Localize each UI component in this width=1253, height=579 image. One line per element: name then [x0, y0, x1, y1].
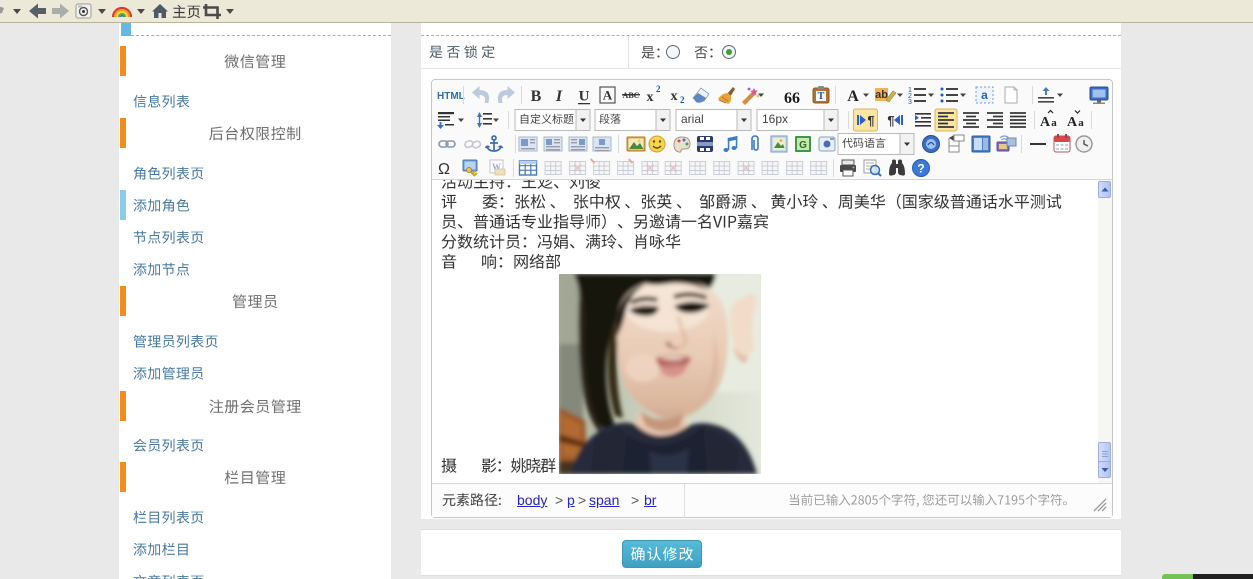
svg-text:Ω: Ω	[438, 161, 450, 178]
svg-text:a: a	[981, 88, 988, 102]
svg-text:?: ?	[917, 162, 924, 176]
svg-text:A: A	[847, 88, 859, 105]
svg-text:ab: ab	[875, 89, 888, 101]
svg-text:2: 2	[656, 84, 661, 94]
svg-text:U: U	[579, 88, 590, 104]
svg-text:G: G	[799, 140, 807, 151]
svg-text:¶: ¶	[867, 113, 874, 128]
svg-text:a: a	[1051, 117, 1057, 129]
svg-text:B: B	[531, 88, 542, 105]
svg-text:T: T	[818, 91, 825, 102]
svg-text:A: A	[1067, 115, 1078, 130]
svg-text:A: A	[603, 88, 613, 103]
svg-text:66: 66	[784, 90, 800, 107]
svg-text:I: I	[555, 88, 563, 105]
svg-text:¶: ¶	[887, 113, 894, 128]
svg-text:2: 2	[680, 95, 685, 105]
svg-text:x: x	[671, 89, 678, 104]
svg-text:a: a	[1078, 117, 1084, 129]
svg-text:x: x	[647, 90, 654, 105]
svg-text:A: A	[1040, 115, 1051, 130]
svg-text:3: 3	[908, 99, 912, 106]
svg-text:HTML: HTML	[437, 91, 465, 102]
